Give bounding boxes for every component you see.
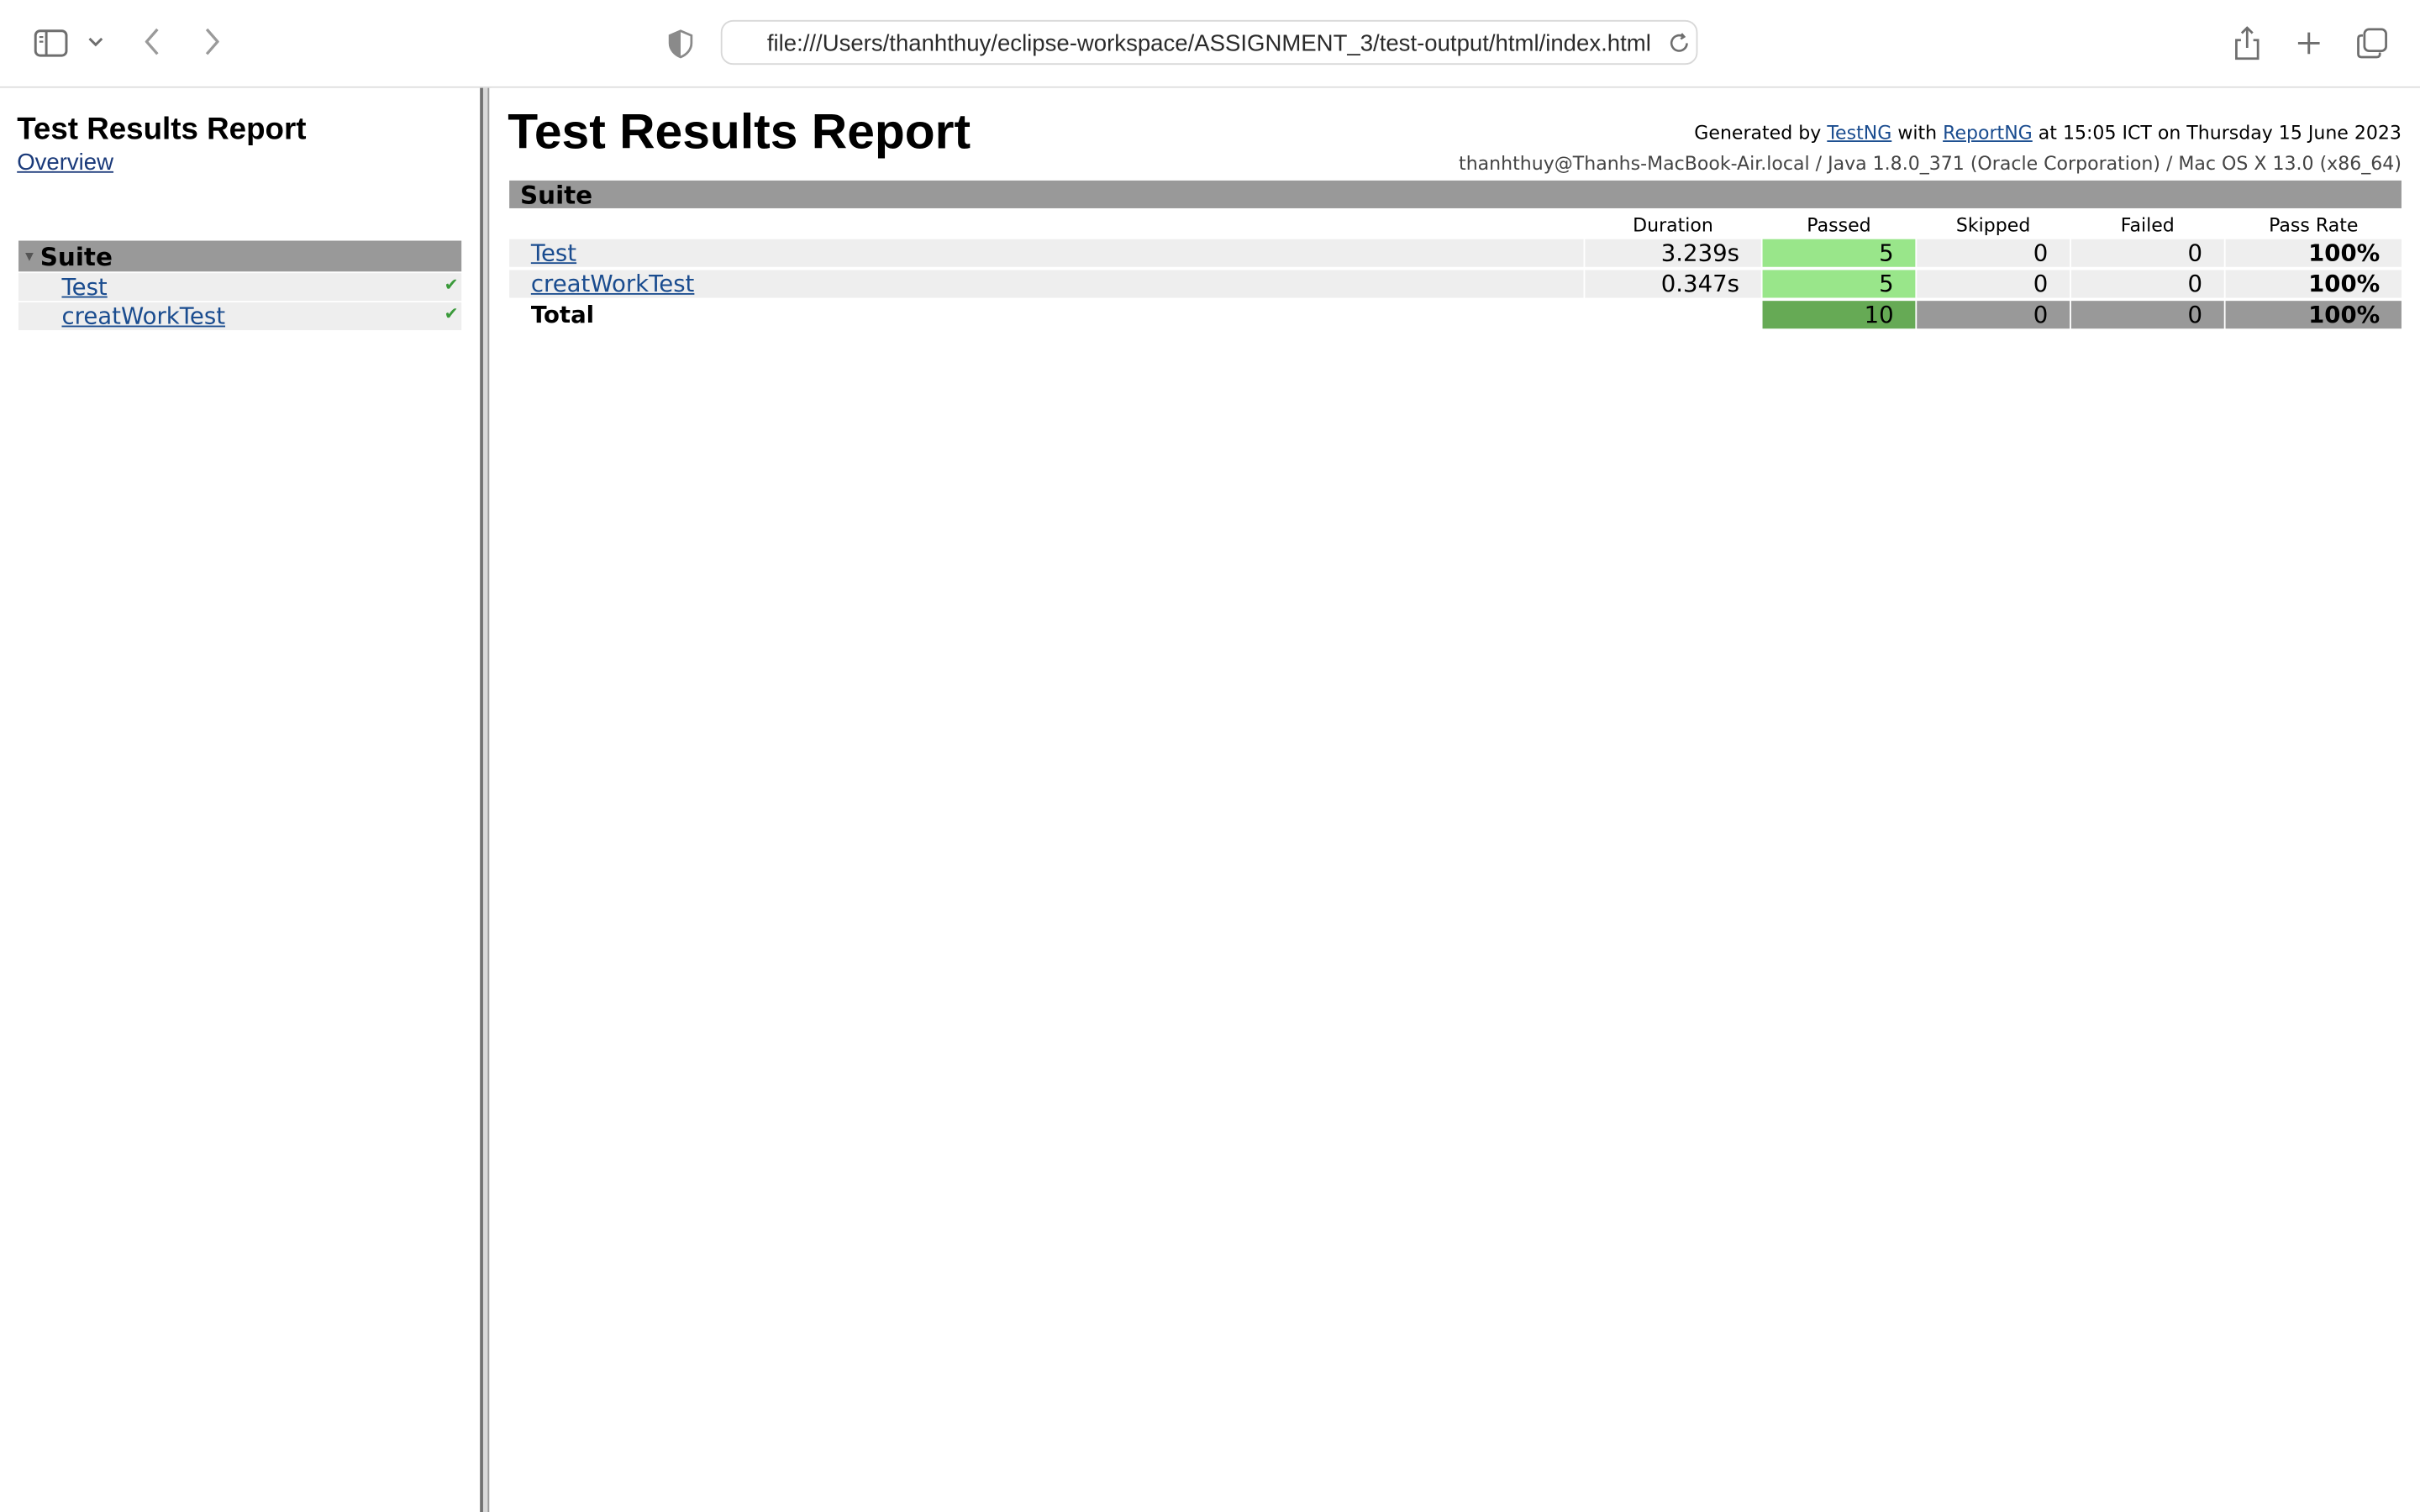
address-bar[interactable]: file:///Users/thanhthuy/eclipse-workspac… [720, 19, 1698, 66]
skipped-cell: 0 [1917, 239, 2070, 267]
generated-info: Generated by TestNG with ReportNG at 15:… [1694, 122, 2402, 144]
generated-with: with [1897, 122, 1938, 144]
main-frame: Test Results Report Generated by TestNG … [491, 87, 2420, 1512]
frame-divider[interactable] [480, 87, 490, 1512]
url-text[interactable]: file:///Users/thanhthuy/eclipse-workspac… [767, 31, 1651, 57]
total-row-label: Total [509, 301, 1583, 328]
check-icon: ✔ [444, 276, 459, 295]
column-header-pass-rate: Pass Rate [2269, 214, 2359, 237]
back-icon[interactable] [139, 24, 166, 58]
total-pass-rate-cell: 100% [2225, 301, 2402, 329]
browser-toolbar: file:///Users/thanhthuy/eclipse-workspac… [0, 0, 2420, 88]
forward-icon[interactable] [197, 24, 225, 58]
tab-overview-icon[interactable] [2355, 26, 2389, 60]
table-row-name: Test [509, 239, 1584, 267]
passed-cell: 5 [1762, 239, 1916, 267]
failed-cell: 0 [2070, 270, 2224, 298]
suite-label: Suite [519, 180, 593, 210]
nav-test-link[interactable]: creatWorkTest [61, 302, 225, 330]
testng-link[interactable]: TestNG [1827, 122, 1891, 144]
pass-rate-cell: 100% [2225, 239, 2402, 267]
nav-frame: Test Results Report Overview ▼ Suite Tes… [0, 87, 481, 1512]
privacy-shield-icon[interactable] [666, 26, 697, 60]
nav-test-item[interactable]: Test ✔ [18, 273, 462, 302]
nav-test-item[interactable]: creatWorkTest ✔ [18, 302, 462, 331]
reportng-link[interactable]: ReportNG [1943, 122, 2033, 144]
new-tab-icon[interactable] [2293, 28, 2324, 59]
failed-cell: 0 [2070, 239, 2224, 267]
test-link[interactable]: creatWorkTest [531, 270, 695, 297]
page-title: Test Results Report [508, 103, 971, 160]
total-passed-cell: 10 [1762, 301, 1916, 329]
duration-cell: 0.347s [1585, 270, 1761, 298]
column-header-passed: Passed [1807, 214, 1871, 237]
generated-suffix: at 15:05 ICT on Thursday 15 June 2023 [2038, 122, 2402, 144]
duration-cell: 3.239s [1585, 239, 1761, 267]
passed-cell: 5 [1762, 270, 1916, 298]
system-info: thanhthuy@Thanhs-MacBook-Air.local / Jav… [1459, 152, 2402, 175]
table-row-name: creatWorkTest [509, 270, 1584, 298]
suite-header: Suite [509, 180, 2402, 210]
chevron-down-icon[interactable] [85, 31, 107, 53]
check-icon: ✔ [444, 305, 459, 324]
share-icon[interactable] [2230, 24, 2264, 64]
column-header-skipped: Skipped [1955, 214, 2031, 237]
nav-suite-label: Suite [39, 241, 113, 271]
column-header-failed: Failed [2120, 214, 2175, 237]
triangle-down-icon[interactable]: ▼ [18, 249, 40, 264]
pass-rate-cell: 100% [2225, 270, 2402, 298]
total-failed-cell: 0 [2070, 301, 2224, 329]
test-link[interactable]: Test [531, 239, 576, 267]
total-skipped-cell: 0 [1917, 301, 2070, 329]
reload-icon[interactable] [1667, 31, 1691, 55]
sidebar-toggle-icon[interactable] [33, 26, 70, 60]
nav-title: Test Results Report [17, 113, 307, 147]
nav-suite-header[interactable]: ▼ Suite [18, 240, 462, 272]
skipped-cell: 0 [1917, 270, 2070, 298]
generated-prefix: Generated by [1694, 122, 1822, 144]
column-header-duration: Duration [1633, 214, 1713, 237]
overview-link[interactable]: Overview [17, 150, 113, 176]
nav-test-link[interactable]: Test [61, 273, 107, 301]
total-label: Total [530, 301, 595, 329]
